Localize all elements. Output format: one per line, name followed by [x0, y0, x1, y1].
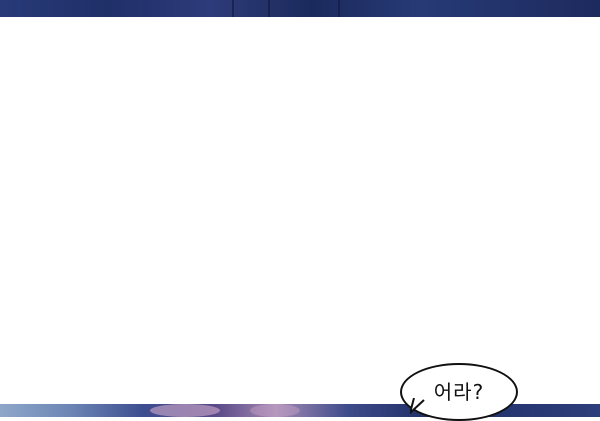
speech-bubble-text: 어라?	[433, 380, 485, 404]
panel-ink-stroke	[338, 0, 340, 17]
top-comic-panel	[0, 0, 600, 17]
panel-ink-stroke	[232, 0, 234, 17]
panel-ink-stroke	[268, 0, 270, 17]
panel-highlight	[150, 404, 220, 417]
panel-highlight	[250, 404, 300, 417]
